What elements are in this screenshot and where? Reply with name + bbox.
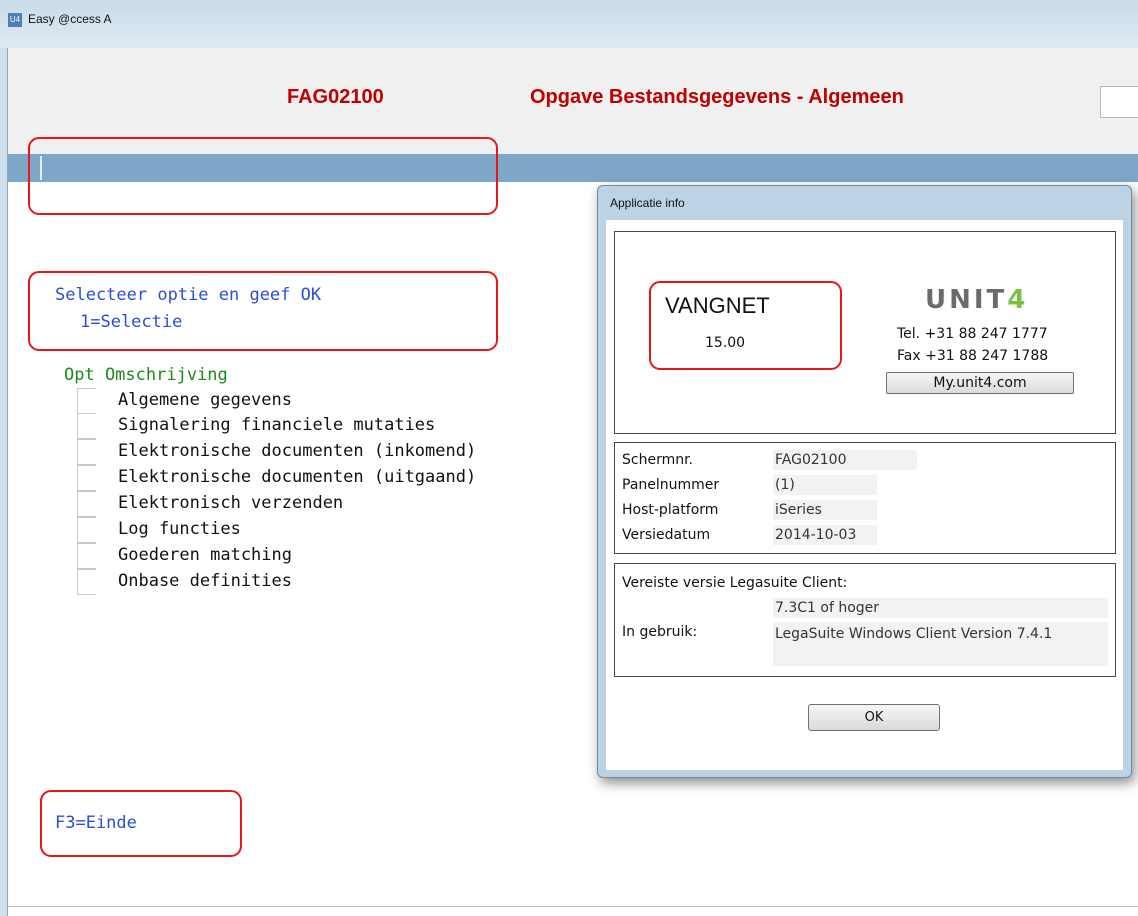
logo-text: UNIT xyxy=(925,285,1008,315)
highlight-product-version xyxy=(649,281,842,370)
option-input[interactable] xyxy=(77,491,96,517)
highlight-instructions xyxy=(28,271,498,351)
option-label: Signalering financiele mutaties xyxy=(118,415,436,435)
window-title: Easy @ccess A xyxy=(28,12,112,26)
highlight-message-bar xyxy=(28,137,498,215)
info-value: (1) xyxy=(773,475,877,495)
logo-digit: 4 xyxy=(1007,285,1029,315)
option-label: Elektronische documenten (uitgaand) xyxy=(118,467,477,487)
option-column-header: Opt Omschrijving xyxy=(64,365,228,385)
option-input[interactable] xyxy=(77,517,96,543)
ok-button[interactable]: OK xyxy=(808,704,940,731)
fax-number: Fax +31 88 247 1788 xyxy=(897,348,1049,364)
info-value: FAG02100 xyxy=(773,450,917,470)
option-label: Goederen matching xyxy=(118,545,292,565)
option-label: Elektronische documenten (inkomend) xyxy=(118,441,477,461)
option-input[interactable] xyxy=(77,465,96,491)
required-version-label: Vereiste versie Legasuite Client: xyxy=(622,575,848,591)
option-input[interactable] xyxy=(77,569,96,595)
program-title: Opgave Bestandsgegevens - Algemeen xyxy=(530,86,904,108)
option-label: Elektronisch verzenden xyxy=(118,493,344,513)
info-value: 2014-10-03 xyxy=(773,525,877,545)
header-field[interactable] xyxy=(1100,86,1138,118)
info-label: Versiedatum xyxy=(622,527,711,543)
option-label: Log functies xyxy=(118,519,241,539)
info-value: iSeries xyxy=(773,500,877,520)
website-button[interactable]: My.unit4.com xyxy=(886,372,1074,394)
option-label: Algemene gegevens xyxy=(118,390,292,410)
program-id: FAG02100 xyxy=(287,86,384,108)
option-input[interactable] xyxy=(77,413,96,439)
app-icon: U4 xyxy=(8,13,22,27)
unit4-logo: UNIT4 xyxy=(925,285,1028,315)
window-frame-left xyxy=(0,48,8,916)
in-use-value: LegaSuite Windows Client Version 7.4.1 xyxy=(773,622,1108,666)
option-label: Onbase definities xyxy=(118,571,292,591)
in-use-label: In gebruik: xyxy=(622,624,698,640)
info-label: Panelnummer xyxy=(622,477,720,493)
bottom-divider xyxy=(8,906,1138,907)
dialog-title: Applicatie info xyxy=(610,196,685,210)
info-label: Schermnr. xyxy=(622,452,694,468)
required-version-value: 7.3C1 of hoger xyxy=(773,598,1108,618)
window-titlebar: U4 Easy @ccess A xyxy=(0,0,1138,48)
info-label: Host-platform xyxy=(622,502,719,518)
option-input[interactable] xyxy=(77,388,96,414)
option-input[interactable] xyxy=(77,543,96,569)
option-input[interactable] xyxy=(77,439,96,465)
phone-number: Tel. +31 88 247 1777 xyxy=(897,326,1048,342)
highlight-function-keys xyxy=(40,790,242,857)
